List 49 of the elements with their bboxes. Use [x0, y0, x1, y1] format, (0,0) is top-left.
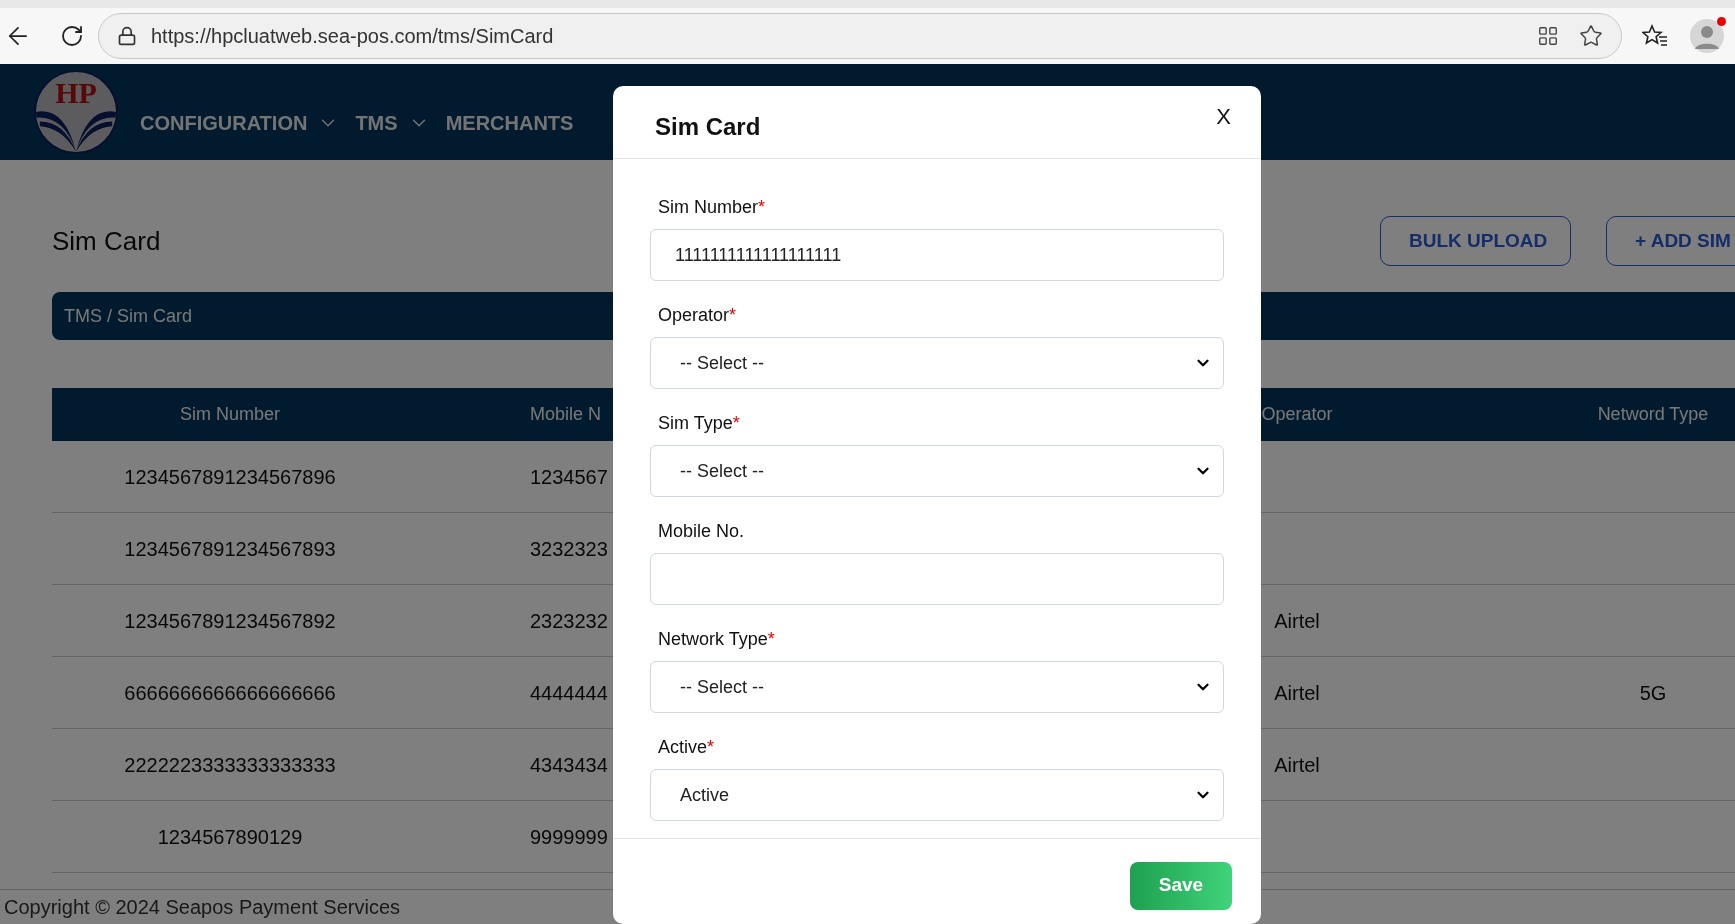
table-cell-text: 2222223333333333333: [124, 752, 336, 778]
copyright-text: Copyright © 2024 Seapos Payment Services: [4, 896, 401, 918]
table-cell-text: Airtel: [1274, 752, 1320, 778]
select-field[interactable]: Active: [650, 769, 1224, 821]
table-cell-text: 9999999: [530, 824, 608, 850]
table-cell-text: 3232323: [530, 536, 608, 562]
text-field[interactable]: 1111111111111111111: [650, 229, 1224, 281]
favorites-icon[interactable]: [1642, 24, 1668, 48]
column-header: Sim Number: [180, 403, 280, 426]
field-label: Active*: [657, 736, 716, 759]
profile-avatar[interactable]: [1690, 19, 1724, 53]
table-cell-text: 1234567891234567893: [124, 536, 336, 562]
select-field[interactable]: -- Select --: [650, 445, 1224, 497]
lock-icon: [117, 26, 137, 46]
table-cell-text: 5G: [1639, 680, 1667, 706]
field-label: Sim Number*: [657, 196, 767, 219]
table-cell-text: 1234567890129: [157, 824, 303, 850]
field-label: Operator*: [657, 304, 738, 327]
table-cell-text: 1234567891234567896: [124, 464, 336, 490]
text-field[interactable]: [650, 553, 1224, 605]
table-cell-text: 4343434: [530, 752, 608, 778]
reload-icon[interactable]: [60, 24, 84, 48]
url-text: https://hpcluatweb.sea-pos.com/tms/SimCard: [151, 24, 554, 49]
column-header: Operator: [1261, 403, 1333, 426]
table-cell-text: 6666666666666666666: [124, 680, 336, 706]
dialog-title: Sim Card: [655, 112, 761, 142]
add-app-icon[interactable]: [1537, 25, 1559, 47]
field-label: Sim Type*: [657, 412, 741, 435]
breadcrumb-text: TMS / Sim Card: [64, 304, 192, 328]
field-label: Mobile No.: [657, 520, 746, 543]
close-button[interactable]: X: [1216, 99, 1231, 133]
field-label: Network Type*: [657, 628, 776, 651]
hp-logo: HP: [34, 70, 118, 154]
table-cell-text: 4444444: [530, 680, 608, 706]
table-cell-text: 1234567891234567892: [124, 608, 336, 634]
table-cell-text: 1234567: [530, 464, 608, 490]
column-header: Mobile N: [530, 403, 602, 426]
address-bar[interactable]: https://hpcluatweb.sea-pos.com/tms/SimCard: [98, 13, 1622, 59]
table-cell-text: Airtel: [1274, 680, 1320, 706]
column-header: Netword Type: [1597, 403, 1709, 426]
table-cell-text: Airtel: [1274, 608, 1320, 634]
select-field[interactable]: -- Select --: [650, 337, 1224, 389]
nav-menu-item[interactable]: MERCHANTS: [445, 108, 574, 138]
select-field[interactable]: -- Select --: [650, 661, 1224, 713]
nav-menu-item[interactable]: CONFIGURATION: [140, 108, 340, 138]
table-cell-text: 2323232: [530, 608, 608, 634]
nav-menu-item[interactable]: TMS: [355, 108, 430, 138]
star-icon[interactable]: [1579, 24, 1603, 48]
page-title: Sim Card: [52, 225, 161, 256]
